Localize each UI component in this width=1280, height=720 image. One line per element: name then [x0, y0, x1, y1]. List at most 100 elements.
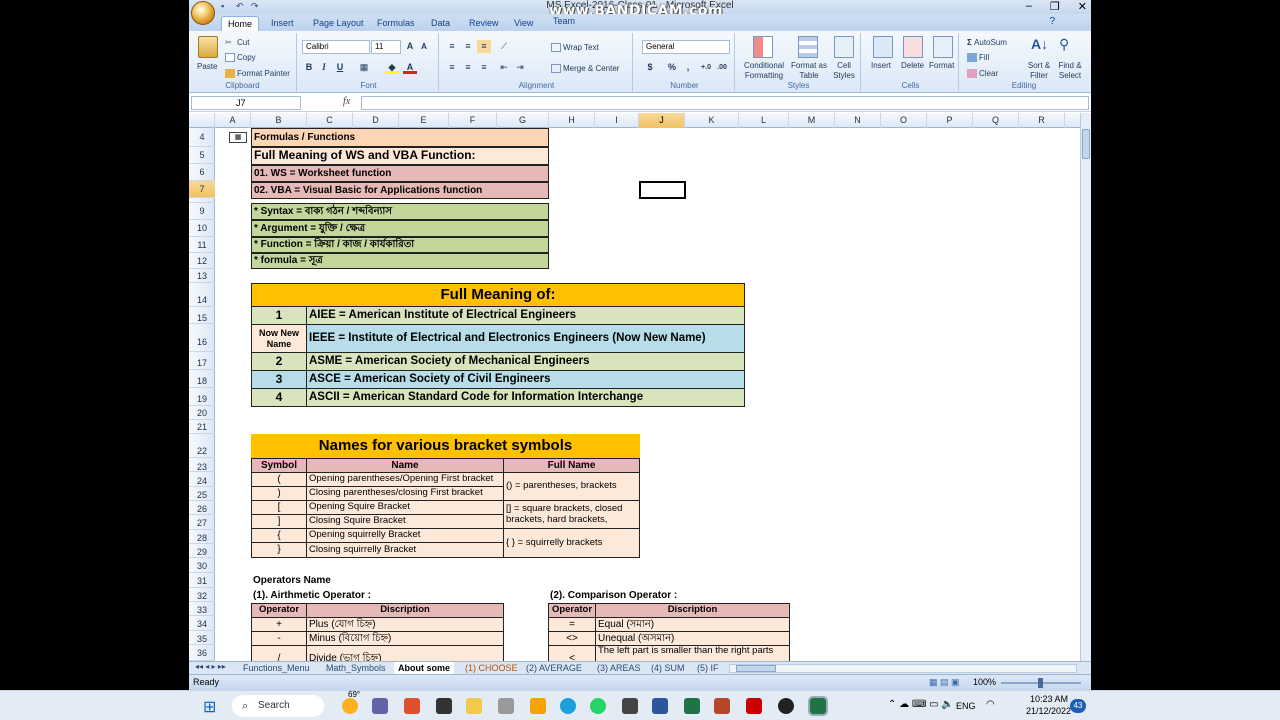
worksheet-grid[interactable]: ▦ Formulas / Functions Full Meaning of W…: [215, 128, 1081, 661]
acronym-text[interactable]: ASME = American Society of Mechanical En…: [306, 352, 745, 371]
comp-header-desc[interactable]: Discription: [595, 603, 790, 618]
column-header-c[interactable]: C: [307, 113, 353, 128]
row-header[interactable]: 9: [189, 203, 215, 220]
row-header[interactable]: 18: [189, 370, 215, 388]
column-header-m[interactable]: M: [789, 113, 835, 128]
bracket-name[interactable]: Opening parentheses/Opening First bracke…: [306, 472, 504, 487]
clear-button[interactable]: Clear: [967, 69, 998, 79]
excel-active-icon[interactable]: [808, 696, 828, 716]
comp-op[interactable]: <>: [548, 631, 596, 646]
row-header[interactable]: 26: [189, 501, 215, 515]
align-right-icon[interactable]: ≡: [477, 61, 491, 74]
row-header[interactable]: 20: [189, 406, 215, 420]
fill-button[interactable]: Fill: [967, 53, 989, 63]
comp-op[interactable]: <: [548, 645, 596, 661]
cell-b4[interactable]: Formulas / Functions: [251, 128, 549, 147]
row-header[interactable]: 11: [189, 237, 215, 253]
comp-operator-heading[interactable]: (2). Comparison Operator :: [550, 590, 677, 601]
column-header-l[interactable]: L: [739, 113, 789, 128]
bracket-name[interactable]: Closing squirrelly Bracket: [306, 542, 504, 558]
sheet-tab-active[interactable]: About some: [394, 662, 455, 674]
acronym-text[interactable]: AIEE = American Institute of Electrical …: [306, 306, 745, 325]
bracket-header-full[interactable]: Full Name: [503, 458, 640, 473]
number-format-dropdown[interactable]: General: [642, 40, 730, 54]
sheet-tab[interactable]: (2) AVERAGE: [522, 662, 586, 674]
row-header[interactable]: 17: [189, 352, 215, 370]
column-header-e[interactable]: E: [399, 113, 449, 128]
cell-b10[interactable]: * Argument = যুক্তি / ক্ষেত্র: [251, 220, 549, 237]
tab-page-layout[interactable]: Page Layout: [307, 16, 370, 31]
taskbar-search[interactable]: ⌕ Search: [232, 695, 324, 717]
row-header[interactable]: 33: [189, 602, 215, 616]
column-header-q[interactable]: Q: [973, 113, 1019, 128]
arith-operator-heading[interactable]: (1). Airthmetic Operator :: [253, 590, 371, 601]
column-header-k[interactable]: K: [685, 113, 739, 128]
bracket-symbol[interactable]: ): [251, 486, 307, 501]
bracket-name[interactable]: Opening Squire Bracket: [306, 500, 504, 515]
row-header[interactable]: 14: [189, 283, 215, 307]
tab-insert[interactable]: Insert: [265, 16, 300, 31]
excel-icon[interactable]: [684, 698, 700, 714]
name-box[interactable]: J7: [191, 96, 301, 110]
align-left-icon[interactable]: ≡: [445, 61, 459, 74]
language-indicator[interactable]: ENG: [956, 701, 976, 711]
column-header-h[interactable]: H: [549, 113, 595, 128]
notification-badge[interactable]: 43: [1070, 699, 1086, 713]
column-header-b[interactable]: B: [251, 113, 307, 128]
bracket-full-name[interactable]: { } = squirrelly brackets: [503, 528, 640, 558]
zoom-slider[interactable]: [1001, 678, 1081, 688]
cell-b6[interactable]: 01. WS = Worksheet function: [251, 165, 549, 182]
row-header[interactable]: 31: [189, 573, 215, 588]
app-icon[interactable]: [530, 698, 546, 714]
word-icon[interactable]: [652, 698, 668, 714]
row-header[interactable]: 15: [189, 307, 215, 324]
row-header[interactable]: 12: [189, 253, 215, 269]
font-name-dropdown[interactable]: Calibri: [302, 40, 370, 54]
bracket-symbol[interactable]: {: [251, 528, 307, 543]
orientation-icon[interactable]: ⟋: [497, 40, 511, 53]
bracket-full-name[interactable]: () = parentheses, brackets: [503, 472, 640, 501]
sheet-tab[interactable]: (3) AREAS: [593, 662, 645, 674]
row-header[interactable]: 32: [189, 588, 215, 602]
weather-icon[interactable]: [342, 698, 358, 714]
bold-button[interactable]: B: [302, 61, 316, 74]
cell-b11[interactable]: * Function = ক্রিয়া / কাজ / কার্যকারিতা: [251, 237, 549, 253]
borders-icon[interactable]: ▦: [357, 61, 371, 74]
row-header[interactable]: 22: [189, 434, 215, 458]
tab-team[interactable]: Team: [547, 14, 581, 29]
arith-op[interactable]: /: [251, 645, 307, 661]
row-header[interactable]: 13: [189, 269, 215, 283]
bracket-header-symbol[interactable]: Symbol: [251, 458, 307, 473]
comp-header-operator[interactable]: Operator: [548, 603, 596, 618]
merge-center-button[interactable]: Merge & Center: [551, 64, 619, 74]
italic-button[interactable]: I: [317, 61, 331, 74]
bracket-symbol[interactable]: }: [251, 542, 307, 558]
bracket-name[interactable]: Opening squirrelly Bracket: [306, 528, 504, 543]
copy-button[interactable]: Copy: [225, 53, 256, 63]
comp-desc[interactable]: Unequal (অসমান): [595, 631, 790, 646]
minimize-icon[interactable]: –: [1026, 0, 1032, 13]
cell-b12[interactable]: * formula = সূত্র: [251, 253, 549, 269]
app-icon[interactable]: [622, 698, 638, 714]
file-explorer-icon[interactable]: [466, 698, 482, 714]
column-header-p[interactable]: P: [927, 113, 973, 128]
decrease-indent-icon[interactable]: ⇤: [497, 61, 511, 74]
acrobat-icon[interactable]: [746, 698, 762, 714]
wrap-text-button[interactable]: Wrap Text: [551, 43, 599, 53]
zoom-slider-thumb[interactable]: [1038, 678, 1043, 688]
sheet-nav-arrows-icon[interactable]: ◂◂ ◂ ▸ ▸▸: [195, 662, 226, 671]
row-header[interactable]: 36: [189, 645, 215, 661]
whatsapp-icon[interactable]: [590, 698, 606, 714]
app-icon[interactable]: [404, 698, 420, 714]
cell-styles-button[interactable]: Cell Styles: [829, 61, 859, 81]
tab-formulas[interactable]: Formulas: [371, 16, 421, 31]
binoculars-icon[interactable]: ⚲: [1059, 36, 1079, 58]
comma-button[interactable]: ,: [681, 61, 695, 74]
bracket-title[interactable]: Names for various bracket symbols: [251, 434, 640, 458]
row-header[interactable]: 28: [189, 530, 215, 544]
increase-decimal-icon[interactable]: +.0: [699, 61, 713, 74]
row-header-selected[interactable]: 7: [189, 181, 215, 198]
row-header[interactable]: 21: [189, 420, 215, 434]
grow-font-button[interactable]: A: [403, 40, 417, 53]
font-size-dropdown[interactable]: 11: [371, 40, 401, 54]
